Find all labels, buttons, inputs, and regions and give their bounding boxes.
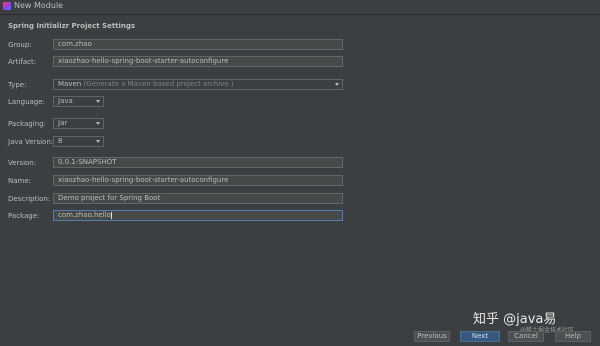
text-caret <box>110 211 112 219</box>
packaging-label: Packaging: <box>8 120 46 128</box>
title-bar: New Module <box>0 0 600 15</box>
java-version-dropdown[interactable]: 8 <box>53 136 104 147</box>
java-version-value: 8 <box>58 137 63 145</box>
language-dropdown[interactable]: Java <box>53 96 104 107</box>
version-field[interactable]: 0.0.1-SNAPSHOT <box>53 157 343 168</box>
package-value: com.zhao.hello <box>58 211 111 219</box>
section-title: Spring Initializr Project Settings <box>8 22 136 30</box>
chevron-down-icon <box>335 83 339 86</box>
packaging-value: Jar <box>58 119 68 127</box>
chevron-down-icon <box>96 140 100 143</box>
previous-button[interactable]: Previous <box>414 331 450 342</box>
group-label: Group: <box>8 41 32 49</box>
name-label: Name: <box>8 177 32 185</box>
type-dropdown[interactable]: Maven (Generate a Maven based project ar… <box>53 79 343 90</box>
name-field[interactable]: xiaozhao-hello-spring-boot-starter-autoc… <box>53 175 343 186</box>
artifact-field[interactable]: xiaozhao-hello-spring-boot-starter-autoc… <box>53 56 343 67</box>
language-value: Java <box>58 97 73 105</box>
java-version-label: Java Version: <box>8 138 54 146</box>
group-field[interactable]: com.zhao <box>53 39 343 50</box>
cancel-button[interactable]: Cancel <box>508 331 544 342</box>
type-hint: (Generate a Maven based project archive.… <box>83 80 234 88</box>
chevron-down-icon <box>96 100 100 103</box>
description-label: Description: <box>8 195 51 203</box>
package-field[interactable]: com.zhao.hello <box>53 210 343 221</box>
type-value: Maven <box>58 80 82 88</box>
help-button[interactable]: Help <box>555 331 591 342</box>
package-label: Package: <box>8 212 40 220</box>
chevron-down-icon <box>96 122 100 125</box>
description-field[interactable]: Demo project for Spring Boot <box>53 193 343 204</box>
artifact-label: Artifact: <box>8 58 37 66</box>
window-title: New Module <box>14 1 64 10</box>
new-module-dialog: New Module Spring Initializr Project Set… <box>0 0 600 346</box>
next-button[interactable]: Next <box>460 331 500 342</box>
type-label: Type: <box>8 81 27 89</box>
version-label: Version: <box>8 159 37 167</box>
packaging-dropdown[interactable]: Jar <box>53 118 104 129</box>
intellij-app-icon <box>3 2 11 10</box>
language-label: Language: <box>8 98 45 106</box>
